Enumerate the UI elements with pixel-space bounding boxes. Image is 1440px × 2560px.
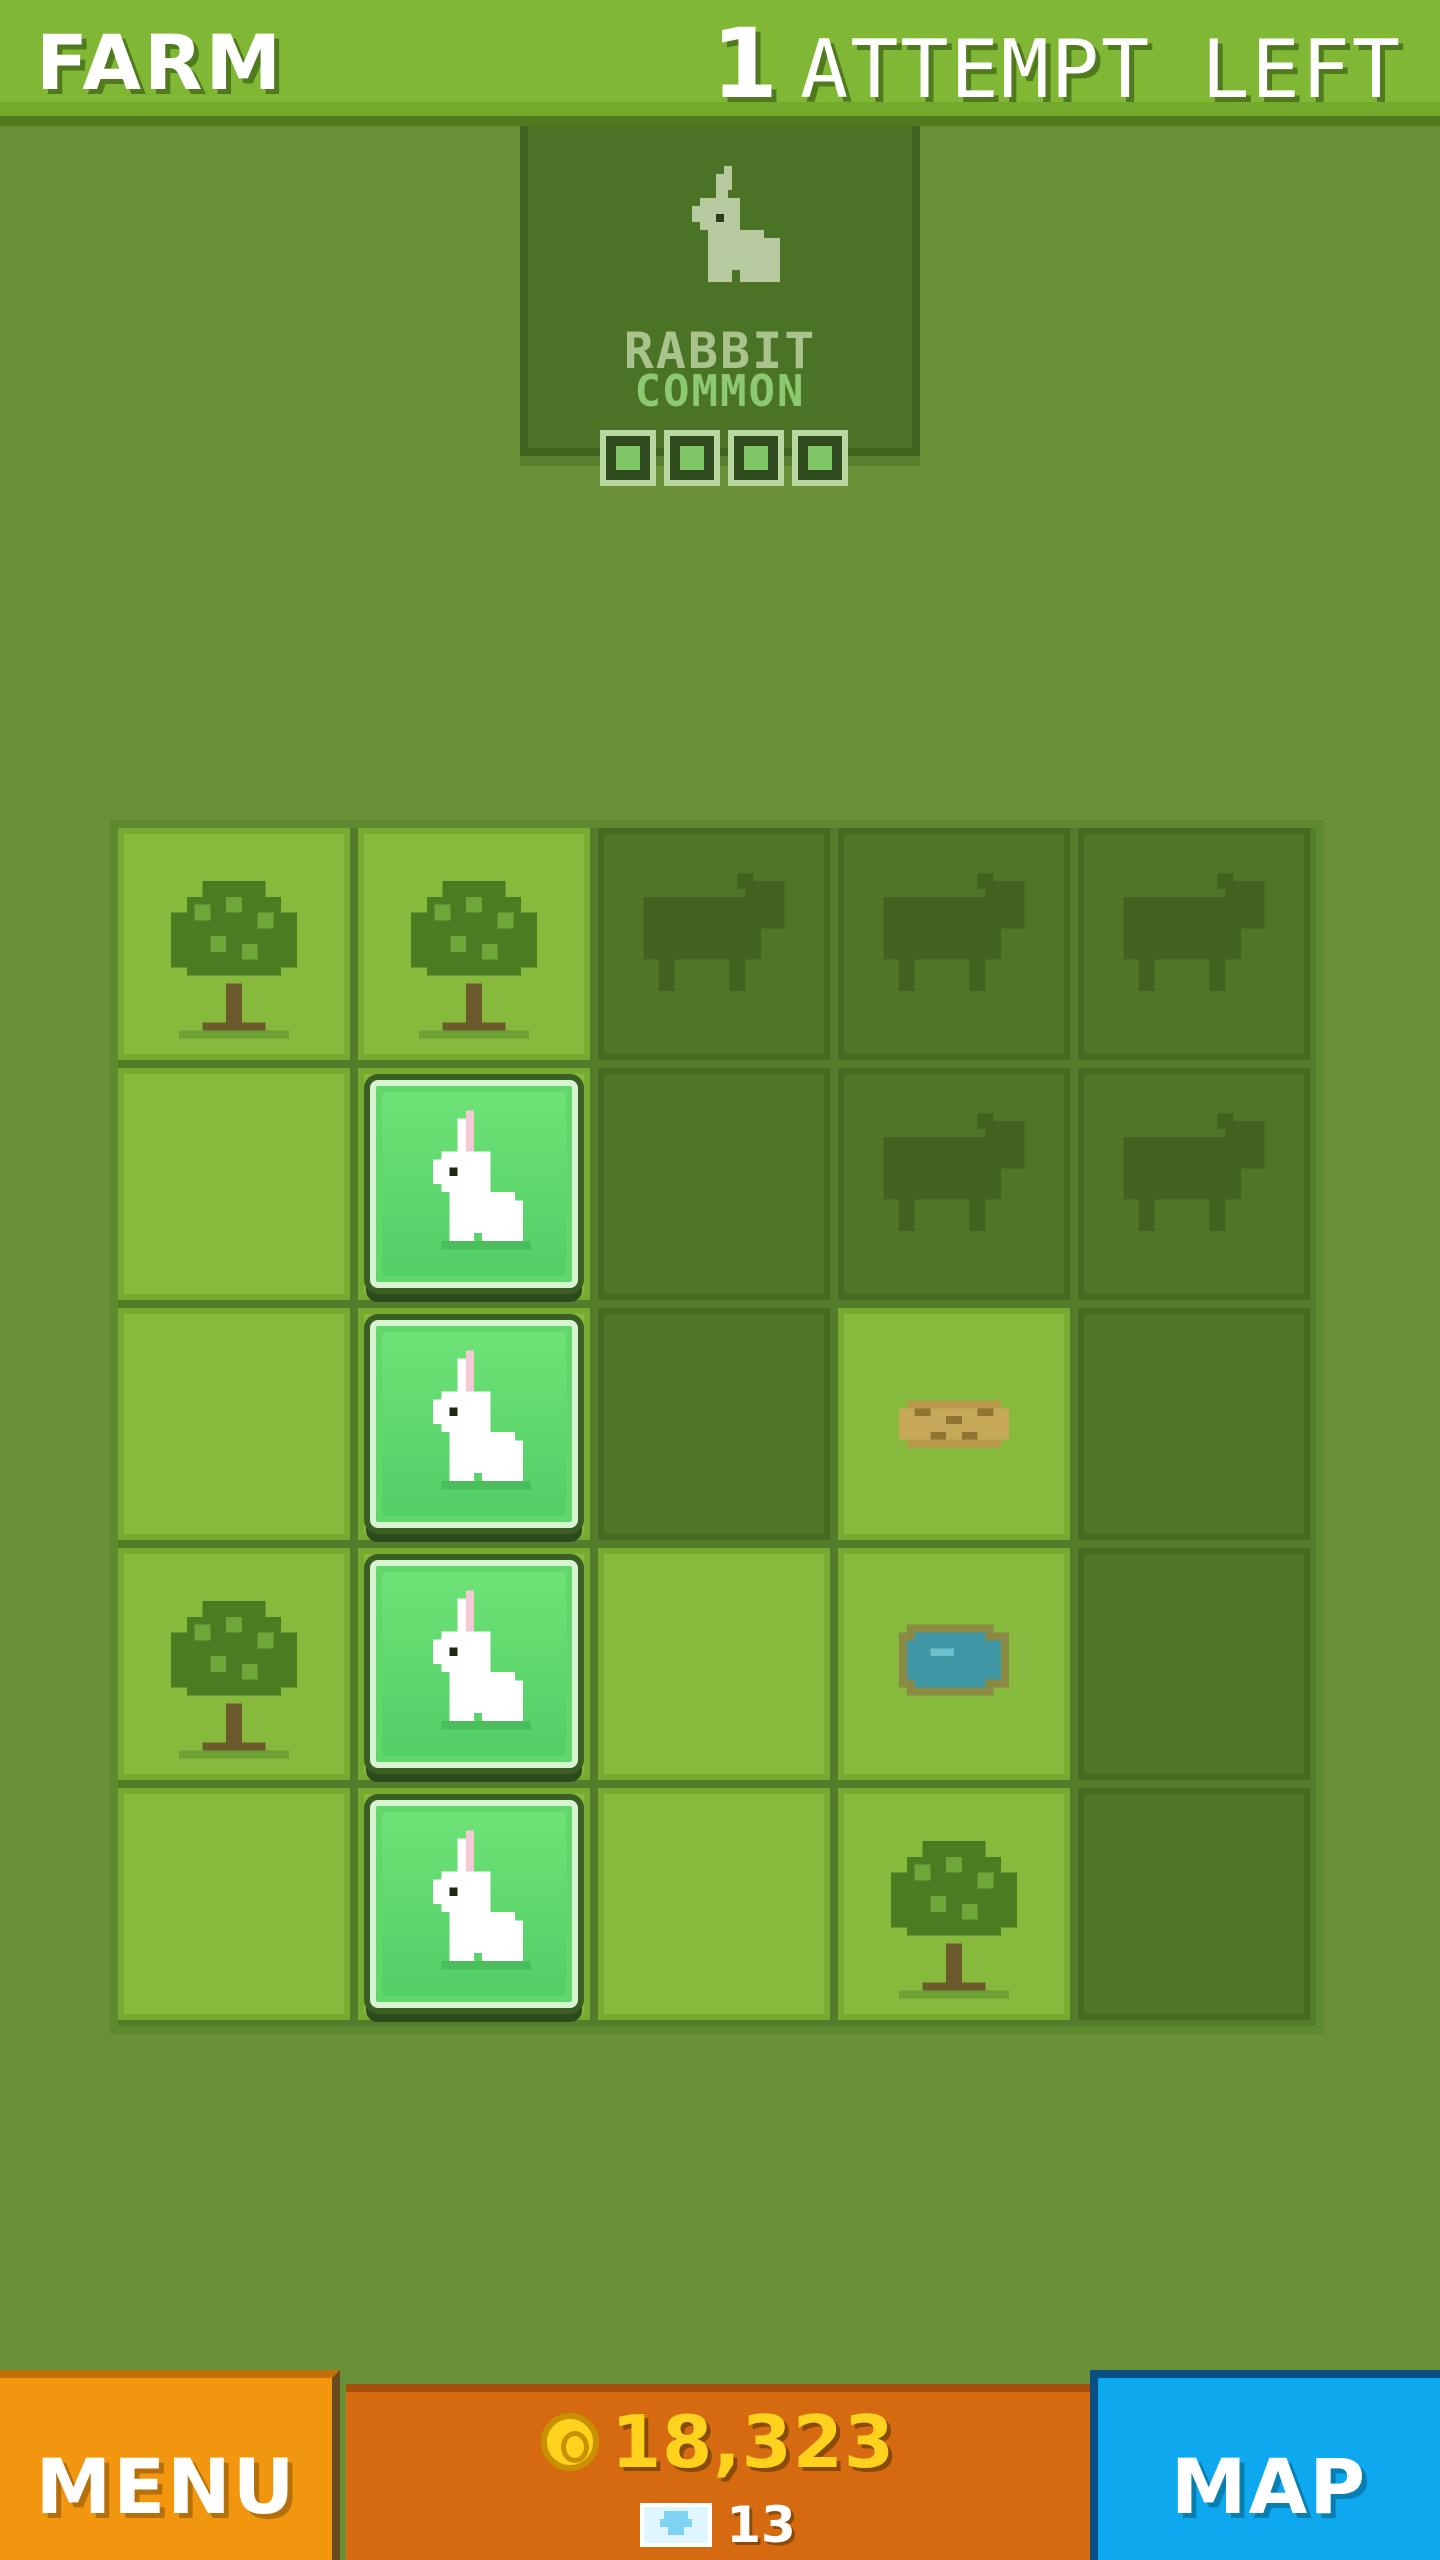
rabbit-tile[interactable] — [370, 1080, 578, 1288]
rabbit-icon — [433, 1350, 532, 1490]
rabbit-tile[interactable] — [370, 1320, 578, 1528]
board-cell[interactable] — [598, 1548, 830, 1780]
board-cell[interactable] — [118, 1548, 350, 1780]
rabbit-tile[interactable] — [370, 1800, 578, 2008]
board-cell[interactable] — [838, 1068, 1070, 1300]
board-cell[interactable] — [838, 1548, 1070, 1780]
top-bar: FARM 1 ATTEMPT LEFT — [0, 0, 1440, 126]
board-cell[interactable] — [1078, 1788, 1310, 2020]
rabbit-icon — [433, 1110, 532, 1250]
board-cell[interactable] — [358, 1068, 590, 1300]
board-cell[interactable] — [1078, 1548, 1310, 1780]
board-cell[interactable] — [598, 1788, 830, 2020]
bottom-bar: MENU 18,323 13 MAP — [0, 2370, 1440, 2560]
board-cell[interactable] — [1078, 1068, 1310, 1300]
tree-icon — [411, 881, 537, 1039]
nest-icon — [899, 1400, 1009, 1448]
map-button-label: MAP — [1170, 2442, 1368, 2531]
cow-silhouette-icon — [643, 873, 785, 992]
board-cell[interactable] — [118, 1308, 350, 1540]
progress-pip — [600, 430, 656, 486]
board-cell[interactable] — [1078, 1308, 1310, 1540]
board-cell[interactable] — [118, 1068, 350, 1300]
cow-silhouette-icon — [883, 1113, 1025, 1232]
board-cell[interactable] — [838, 828, 1070, 1060]
gem-balance: 13 — [346, 2496, 1090, 2554]
rabbit-icon — [692, 166, 780, 282]
board-cell[interactable] — [598, 1068, 830, 1300]
board-cell[interactable] — [358, 1788, 590, 2020]
progress-pip — [664, 430, 720, 486]
board-cell[interactable] — [118, 828, 350, 1060]
rabbit-tile[interactable] — [370, 1560, 578, 1768]
board-cell[interactable] — [838, 1308, 1070, 1540]
rabbit-icon — [433, 1590, 532, 1730]
coin-amount: 18,323 — [611, 2400, 895, 2484]
progress-pip — [728, 430, 784, 486]
pond-icon — [899, 1624, 1009, 1696]
map-button[interactable]: MAP — [1090, 2370, 1440, 2560]
tree-icon — [891, 1841, 1017, 1999]
gem-amount: 13 — [726, 2496, 796, 2554]
rabbit-icon — [433, 1830, 532, 1970]
cow-silhouette-icon — [1123, 1113, 1265, 1232]
attempts-count: 1 — [711, 8, 779, 120]
coin-icon — [541, 2413, 600, 2471]
wallet: 18,323 13 — [346, 2384, 1090, 2560]
board-cell[interactable] — [358, 1308, 590, 1540]
menu-button[interactable]: MENU — [0, 2370, 340, 2560]
board-cell[interactable] — [598, 1308, 830, 1540]
animal-card: RABBIT COMMON — [520, 126, 920, 456]
board-cell[interactable] — [1078, 828, 1310, 1060]
attempts-indicator: 1 ATTEMPT LEFT — [711, 8, 1402, 120]
board-cell[interactable] — [358, 828, 590, 1060]
coin-balance: 18,323 — [346, 2400, 1090, 2484]
animal-rarity: COMMON — [634, 366, 806, 417]
board-cell[interactable] — [598, 828, 830, 1060]
tree-icon — [171, 881, 297, 1039]
board-cell[interactable] — [358, 1548, 590, 1780]
tree-icon — [171, 1601, 297, 1759]
progress-pips — [600, 430, 848, 486]
board-cell[interactable] — [838, 1788, 1070, 2020]
progress-pip — [792, 430, 848, 486]
level-title: FARM — [36, 18, 285, 107]
game-board — [110, 820, 1324, 2034]
board-cell[interactable] — [118, 1788, 350, 2020]
cow-silhouette-icon — [883, 873, 1025, 992]
cow-silhouette-icon — [1123, 873, 1265, 992]
attempts-label: ATTEMPT LEFT — [800, 23, 1402, 116]
menu-button-label: MENU — [35, 2442, 297, 2531]
gem-icon — [640, 2503, 713, 2547]
